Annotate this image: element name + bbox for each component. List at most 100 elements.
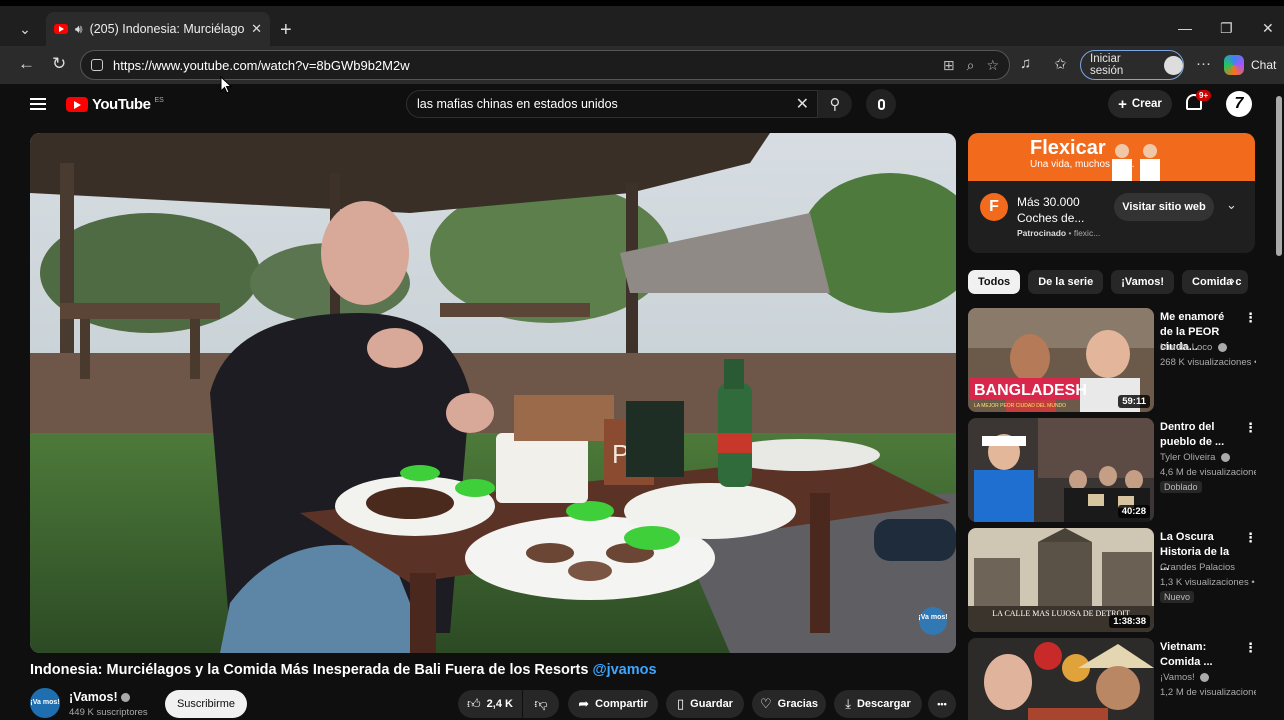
browser-tab-active[interactable]: 🔊︎ (205) Indonesia: Murciélagos y ✕ xyxy=(46,12,270,46)
account-avatar[interactable]: 7 xyxy=(1226,91,1252,117)
like-count: 2,4 K xyxy=(486,698,513,710)
search-query[interactable]: las mafias chinas en estados unidos xyxy=(417,97,796,111)
video-thumbnail[interactable]: BANGLADESH LA MEJOR PEOR CIUDAD DEL MUND… xyxy=(968,308,1154,412)
app-available-icon[interactable]: ⊞ xyxy=(943,57,955,74)
ad-sponsored-line: Patrocinado • flexic... xyxy=(1017,228,1101,238)
more-vert-icon[interactable]: ⋮ xyxy=(1244,530,1257,546)
reload-icon[interactable]: ↻ xyxy=(52,54,66,74)
more-options-icon[interactable]: ··· xyxy=(1196,55,1211,72)
speaker-icon[interactable]: 🔊︎ xyxy=(75,22,83,37)
subscribe-button[interactable]: Suscribirme xyxy=(165,690,247,718)
close-tab-icon[interactable]: ✕ xyxy=(251,21,262,37)
channel-avatar[interactable]: ¡Va mos! xyxy=(30,688,60,718)
like-button[interactable]: 👍︎ 2,4 K xyxy=(458,690,522,718)
signin-label: Iniciar sesión xyxy=(1090,53,1124,77)
ad-banner[interactable]: Flexicar Una vida, muchos cars. xyxy=(968,133,1255,181)
site-info-icon[interactable] xyxy=(91,59,103,71)
create-button[interactable]: + Crear xyxy=(1108,90,1172,118)
video-player[interactable]: P1 ¡Va mos! xyxy=(30,133,956,653)
download-button[interactable]: ⤓ Descargar xyxy=(834,690,922,718)
close-window-icon[interactable]: ✕ xyxy=(1262,20,1274,37)
share-button[interactable]: ➦ Compartir xyxy=(568,690,658,718)
verified-icon xyxy=(1221,452,1231,462)
share-arrow-icon: ➦ xyxy=(578,696,590,711)
browser-tab-bar: ⌄ 🔊︎ (205) Indonesia: Murciélagos y ✕ + … xyxy=(0,0,1284,46)
more-vert-icon[interactable]: ⋮ xyxy=(1244,310,1257,326)
rec-channel-name: ¡Vamos! xyxy=(1160,672,1195,683)
more-actions-button[interactable]: ••• xyxy=(928,690,956,718)
rec-title[interactable]: Vietnam: Comida ... xyxy=(1160,640,1238,670)
recommended-video[interactable]: LA CALLE MAS LUJOSA DE DETROIT 1:38:38 L… xyxy=(968,528,1268,632)
thumbs-down-icon: 👎︎ xyxy=(534,696,548,711)
rec-channel: Tyler Oliveira xyxy=(1160,452,1231,463)
rec-title[interactable]: Dentro del pueblo de ... xyxy=(1160,420,1238,450)
favorites-icon[interactable]: ✩ xyxy=(1054,55,1067,73)
thanks-button[interactable]: ♡ Gracias xyxy=(752,690,826,718)
copilot-icon xyxy=(1224,55,1244,75)
rec-views: 4,6 M de visualizaciones xyxy=(1160,467,1256,478)
extensions-icon[interactable]: ♫ xyxy=(1020,55,1031,72)
download-label: Descargar xyxy=(856,698,911,710)
chevron-right-icon[interactable]: › xyxy=(1230,272,1235,288)
restore-icon[interactable]: ❐ xyxy=(1220,20,1233,37)
back-arrow-icon[interactable]: ← xyxy=(18,54,35,74)
ad-people-image xyxy=(1112,144,1160,181)
thumb-title-text: BANGLADESH xyxy=(974,382,1087,399)
profile-avatar-icon xyxy=(1164,55,1183,75)
zoom-icon[interactable]: ⌕ xyxy=(967,57,975,74)
bookmark-icon: ▯ xyxy=(677,696,685,711)
clear-search-icon[interactable]: ✕ xyxy=(796,94,809,114)
save-button[interactable]: ▯ Guardar xyxy=(666,690,744,718)
recommended-video[interactable]: Vietnam: Comida ... ¡Vamos! 1,2 M de vis… xyxy=(968,638,1268,720)
url-text[interactable]: https://www.youtube.com/watch?v=8bGWb9b2… xyxy=(113,58,410,73)
video-frame: P1 ¡Va mos! xyxy=(30,133,956,653)
ad-domain: flexic... xyxy=(1073,228,1101,238)
search-input[interactable]: las mafias chinas en estados unidos ✕ xyxy=(406,90,818,118)
thumb-subtitle-text: LA MEJOR PEOR CIUDAD DEL MUNDO xyxy=(974,403,1066,409)
favorite-star-icon[interactable]: ☆ xyxy=(986,57,999,74)
ad-sponsored-label: Patrocinado xyxy=(1017,228,1067,238)
video-thumbnail[interactable]: 40:28 xyxy=(968,418,1154,522)
copilot-chat-button[interactable]: Chat xyxy=(1224,55,1276,75)
chip-all[interactable]: Todos xyxy=(968,270,1021,294)
youtube-logo-icon xyxy=(66,97,88,112)
youtube-logo[interactable]: YouTube ES xyxy=(66,96,164,113)
chip-series[interactable]: De la serie xyxy=(1028,270,1104,294)
signin-button[interactable]: Iniciar sesión xyxy=(1080,50,1184,80)
video-duration: 1:38:38 xyxy=(1109,615,1150,628)
search-button[interactable]: ⚲ xyxy=(818,90,852,118)
channel-handle-link[interactable]: @jvamos xyxy=(592,662,656,678)
more-vert-icon[interactable]: ⋮ xyxy=(1244,640,1257,656)
plus-icon: + xyxy=(1118,95,1127,113)
subscriber-count: 449 K suscriptores xyxy=(69,707,148,718)
dislike-button[interactable]: 👎︎ xyxy=(523,690,559,718)
rec-channel: ¡Vamos! xyxy=(1160,672,1210,683)
voice-search-button[interactable] xyxy=(866,89,896,119)
youtube-logo-text: YouTube xyxy=(92,96,151,113)
chevron-down-icon[interactable]: ⌄ xyxy=(1226,197,1237,213)
rec-channel: Mundo Loco xyxy=(1160,342,1227,353)
channel-name-text: ¡Vamos! xyxy=(69,690,118,704)
channel-name[interactable]: ¡Vamos! xyxy=(69,690,130,704)
more-vert-icon[interactable]: ⋮ xyxy=(1244,420,1257,436)
minimize-icon[interactable]: — xyxy=(1178,20,1192,36)
more-actions-icon: ••• xyxy=(937,699,947,709)
tab-list-dropdown-icon[interactable]: ⌄ xyxy=(12,16,38,42)
verified-icon xyxy=(1200,672,1210,682)
recommended-video[interactable]: BANGLADESH LA MEJOR PEOR CIUDAD DEL MUND… xyxy=(968,308,1268,412)
chip-food[interactable]: Comida c xyxy=(1182,270,1249,294)
search-icon: ⚲ xyxy=(829,96,841,113)
video-thumbnail[interactable]: LA CALLE MAS LUJOSA DE DETROIT 1:38:38 xyxy=(968,528,1154,632)
notification-count-badge: 9+ xyxy=(1196,90,1212,101)
rec-views: 1,3 K visualizaciones • xyxy=(1160,577,1255,588)
browser-toolbar: ← ↻ https://www.youtube.com/watch?v=8bGW… xyxy=(0,46,1284,84)
recommended-video[interactable]: 40:28 Dentro del pueblo de ... Tyler Oli… xyxy=(968,418,1268,522)
visit-website-button[interactable]: Visitar sitio web xyxy=(1114,193,1214,221)
ad-headline[interactable]: Más 30.000 Coches de... xyxy=(1017,194,1103,226)
video-thumbnail[interactable] xyxy=(968,638,1154,720)
new-tab-icon[interactable]: + xyxy=(280,20,292,40)
sponsored-ad-card[interactable]: Flexicar Una vida, muchos cars. F Más 30… xyxy=(968,133,1255,253)
menu-icon[interactable] xyxy=(30,98,46,113)
page-scrollbar[interactable] xyxy=(1276,96,1282,256)
chip-vamos[interactable]: ¡Vamos! xyxy=(1111,270,1175,294)
